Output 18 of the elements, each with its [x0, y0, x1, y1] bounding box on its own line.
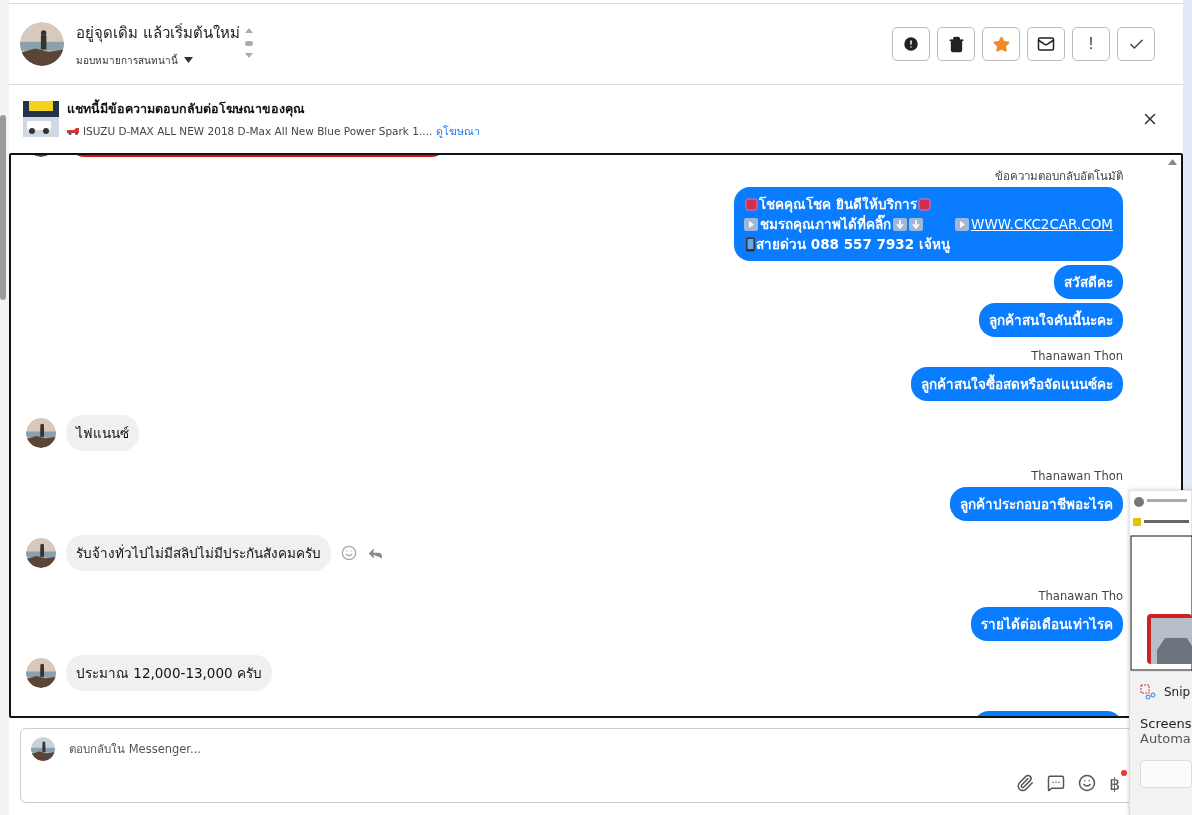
sent-message: รายได้ต่อเดือนเท่าไรค [971, 607, 1123, 641]
received-message: ไฟแนนซ์ [66, 415, 139, 451]
ad-reply-notice: แชทนี้มีข้อความตอบกลับต่อโฆษณาของคุณ [67, 98, 306, 119]
sent-message: ลูกค้าสนใจคันนี้นะคะ [979, 303, 1123, 337]
contact-name: อยู่จุดเดิม แล้วเริ่มต้นใหม่ [76, 22, 240, 45]
notification-app-name: Snip [1164, 685, 1191, 699]
received-message: รับจ้างทั่วไปไม่มีสลิปไม่มีประกันสังคมครับ [66, 535, 331, 571]
ad-title: ISUZU D-MAX ALL NEW 2018 D-Max All New Blue Power Spark 1.... [83, 125, 433, 137]
sent-message: ลูกค้าสนใจซื้อสดหรือจัดแนนซ์คะ [911, 367, 1123, 401]
sender-name: Thanawan Tho [1038, 589, 1123, 603]
sent-message: โชคคุณโชค ยินดีให้บริการ ชมรถคุณภาพได้ที่คลิ๊ก WWW.CKC2CAR.COM สายด่วน 088 557 7932 เจ้หนู [734, 187, 1123, 261]
received-message: ประมาณ 12,000-13,000 ครับ [66, 655, 272, 691]
sender-name: Thanawan Thon [1031, 469, 1123, 483]
sender-name: Thanawan Thon [1031, 349, 1123, 363]
notification-title: Screens [1140, 716, 1192, 731]
sender-name: ข้อความตอบกลับอัตโนมัติ [995, 169, 1123, 183]
sent-message: สวัสดีคะ [1054, 265, 1123, 299]
sent-message: ลูกค้าประกอบอาชีพอะไรค [950, 487, 1123, 521]
